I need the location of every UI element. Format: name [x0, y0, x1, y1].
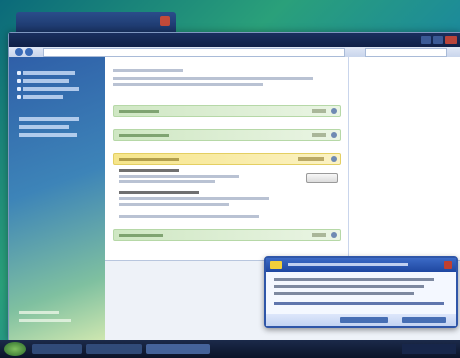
- balloon-title: [288, 263, 408, 266]
- category-label: [119, 134, 169, 137]
- bullet-icon: [17, 95, 21, 99]
- bullet-icon: [17, 79, 21, 83]
- forward-arrow-icon[interactable]: [25, 48, 33, 56]
- find-program-button[interactable]: [306, 173, 338, 183]
- balloon-body-text: [274, 292, 414, 295]
- main-panel: [105, 57, 349, 261]
- subsection-text: [119, 203, 229, 206]
- sidebar-text: [19, 125, 69, 129]
- category-label: [119, 234, 163, 237]
- balloon-body-text: [274, 278, 434, 281]
- chevron-up-icon[interactable]: [331, 156, 337, 162]
- notification-balloon[interactable]: [264, 256, 458, 328]
- category-label: [119, 110, 159, 113]
- subsection-heading: [119, 169, 179, 172]
- taskbar-item[interactable]: [32, 344, 82, 354]
- panel-description: [113, 83, 263, 86]
- taskbar-item-active[interactable]: [146, 344, 210, 354]
- balloon-header: [266, 258, 456, 272]
- category-updates[interactable]: [113, 129, 341, 141]
- sidebar-text: [19, 133, 77, 137]
- see-also-heading: [19, 311, 59, 314]
- balloon-footer: [266, 314, 456, 326]
- taskbar-item[interactable]: [86, 344, 142, 354]
- maximize-button[interactable]: [433, 36, 443, 44]
- sidebar-item[interactable]: [23, 71, 75, 75]
- right-pane: [349, 57, 460, 261]
- bullet-icon: [17, 71, 21, 75]
- security-shield-icon: [270, 261, 282, 269]
- sidebar-item[interactable]: [23, 79, 69, 83]
- close-icon[interactable]: [444, 261, 452, 269]
- close-icon[interactable]: [160, 16, 170, 26]
- subsection-text: [119, 197, 269, 200]
- category-firewall[interactable]: [113, 105, 341, 117]
- close-window-button[interactable]: [445, 36, 457, 44]
- panel-description: [113, 77, 313, 80]
- balloon-link[interactable]: [274, 302, 444, 305]
- search-input[interactable]: [365, 48, 447, 57]
- sidebar-item[interactable]: [19, 117, 79, 121]
- chevron-down-icon[interactable]: [331, 108, 337, 114]
- balloon-action-button[interactable]: [402, 317, 446, 323]
- see-also-link[interactable]: [19, 319, 71, 322]
- address-bar[interactable]: [43, 48, 345, 57]
- category-status: [312, 109, 326, 113]
- category-other-settings[interactable]: [113, 229, 341, 241]
- chevron-down-icon[interactable]: [331, 132, 337, 138]
- back-arrow-icon[interactable]: [15, 48, 23, 56]
- category-status: [298, 157, 324, 161]
- category-status: [312, 133, 326, 137]
- subsection-text: [119, 175, 239, 178]
- subsection-text: [119, 215, 259, 218]
- window-title-tab[interactable]: [16, 12, 176, 32]
- start-orb-icon[interactable]: [4, 342, 26, 356]
- category-malware-protection[interactable]: [113, 153, 341, 165]
- bullet-icon: [17, 87, 21, 91]
- panel-heading: [113, 69, 183, 72]
- taskbar: [0, 340, 460, 358]
- minimize-button[interactable]: [421, 36, 431, 44]
- subsection-text: [119, 180, 215, 183]
- category-label: [119, 158, 179, 161]
- window-top-bar: [9, 33, 460, 47]
- task-sidebar: [9, 57, 105, 341]
- sidebar-item[interactable]: [23, 95, 63, 99]
- sidebar-item[interactable]: [23, 87, 79, 91]
- subsection-heading: [119, 191, 199, 194]
- chevron-down-icon[interactable]: [331, 232, 337, 238]
- balloon-action-button[interactable]: [340, 317, 388, 323]
- category-status: [312, 233, 326, 237]
- system-tray[interactable]: [402, 344, 456, 354]
- balloon-body-text: [274, 285, 424, 288]
